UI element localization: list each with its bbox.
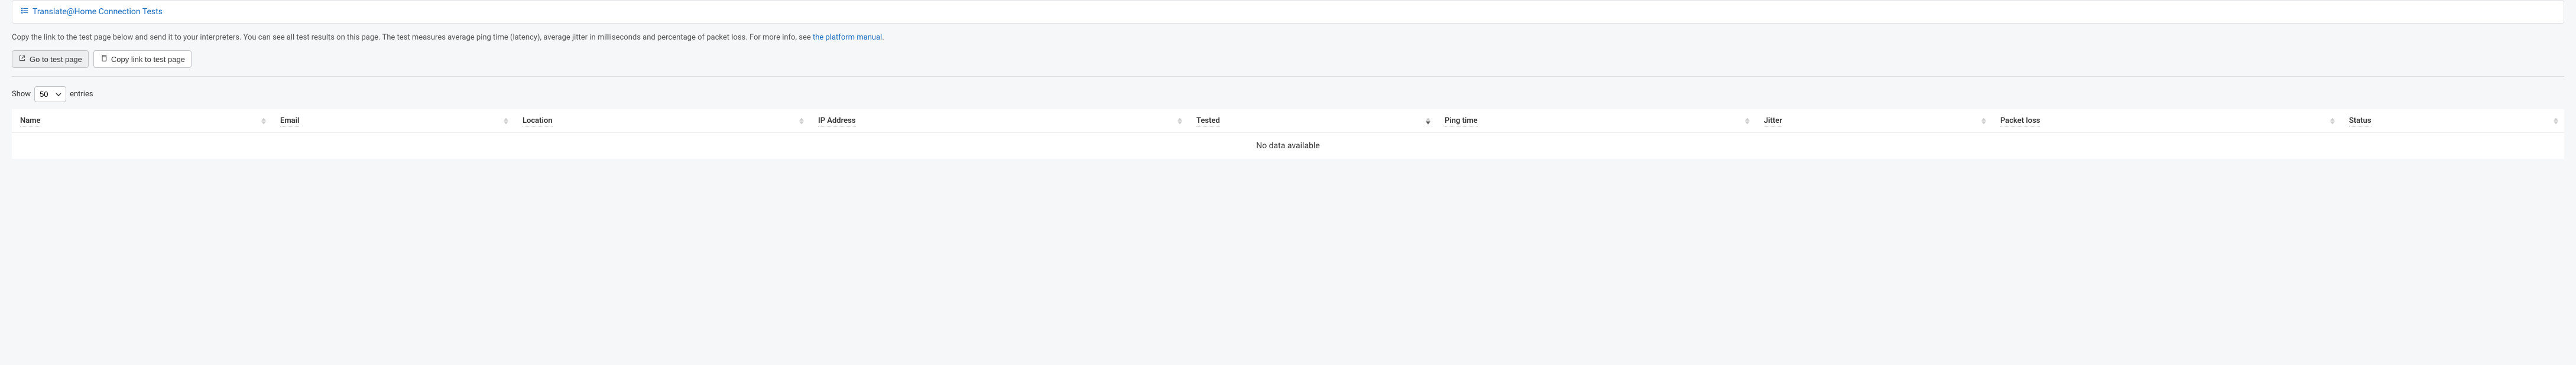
panel-title-text: Translate@Home Connection Tests <box>33 7 163 17</box>
table-length-control: Show 102550100 entries <box>12 86 2564 102</box>
col-location-label: Location <box>523 116 553 126</box>
description: Copy the link to the test page below and… <box>12 33 2564 42</box>
col-packet[interactable]: Packet loss <box>1992 109 2341 133</box>
go-to-test-page-label: Go to test page <box>30 55 82 64</box>
table-empty-cell: No data available <box>12 133 2564 159</box>
col-jitter[interactable]: Jitter <box>1756 109 1992 133</box>
col-tested[interactable]: Tested <box>1188 109 1436 133</box>
col-status-label: Status <box>2349 116 2371 126</box>
length-select[interactable]: 102550100 <box>34 86 66 102</box>
col-name-label: Name <box>20 116 40 126</box>
length-entries-label: entries <box>70 90 93 99</box>
col-jitter-label: Jitter <box>1764 116 1782 126</box>
sort-icon <box>799 118 804 124</box>
length-show-label: Show <box>12 90 31 99</box>
sort-icon <box>1745 118 1750 124</box>
go-to-test-page-button[interactable]: Go to test page <box>12 50 89 68</box>
copy-link-label: Copy link to test page <box>111 55 185 64</box>
results-table: Name Email Location IP Address Tested Pi… <box>12 109 2564 159</box>
manual-link[interactable]: the platform manual <box>813 33 882 42</box>
col-email[interactable]: Email <box>272 109 514 133</box>
sort-icon <box>504 118 508 124</box>
divider <box>12 76 2564 77</box>
col-ping-label: Ping time <box>1445 116 1478 126</box>
table-header-row: Name Email Location IP Address Tested Pi… <box>12 109 2564 133</box>
sort-icon <box>1177 118 1182 124</box>
col-location[interactable]: Location <box>514 109 810 133</box>
panel-header: Translate@Home Connection Tests <box>12 0 2564 24</box>
external-link-icon <box>18 54 26 64</box>
panel-title[interactable]: Translate@Home Connection Tests <box>21 6 2555 17</box>
table-empty-row: No data available <box>12 133 2564 159</box>
description-text-after: . <box>882 33 884 42</box>
col-ip[interactable]: IP Address <box>810 109 1188 133</box>
col-status[interactable]: Status <box>2341 109 2564 133</box>
col-packet-label: Packet loss <box>2000 116 2040 126</box>
sort-icon <box>2330 118 2335 124</box>
sort-icon <box>1981 118 1986 124</box>
sort-icon <box>2554 118 2558 124</box>
list-icon <box>21 6 29 17</box>
sort-icon <box>261 118 266 124</box>
col-ip-label: IP Address <box>818 116 856 126</box>
col-name[interactable]: Name <box>12 109 272 133</box>
sort-icon <box>1426 118 1430 124</box>
copy-icon <box>100 54 108 64</box>
col-tested-label: Tested <box>1196 116 1220 126</box>
button-row: Go to test page Copy link to test page <box>12 50 2564 68</box>
copy-link-button[interactable]: Copy link to test page <box>93 50 192 68</box>
description-text-before: Copy the link to the test page below and… <box>12 33 813 42</box>
col-ping[interactable]: Ping time <box>1436 109 1756 133</box>
col-email-label: Email <box>280 116 299 126</box>
